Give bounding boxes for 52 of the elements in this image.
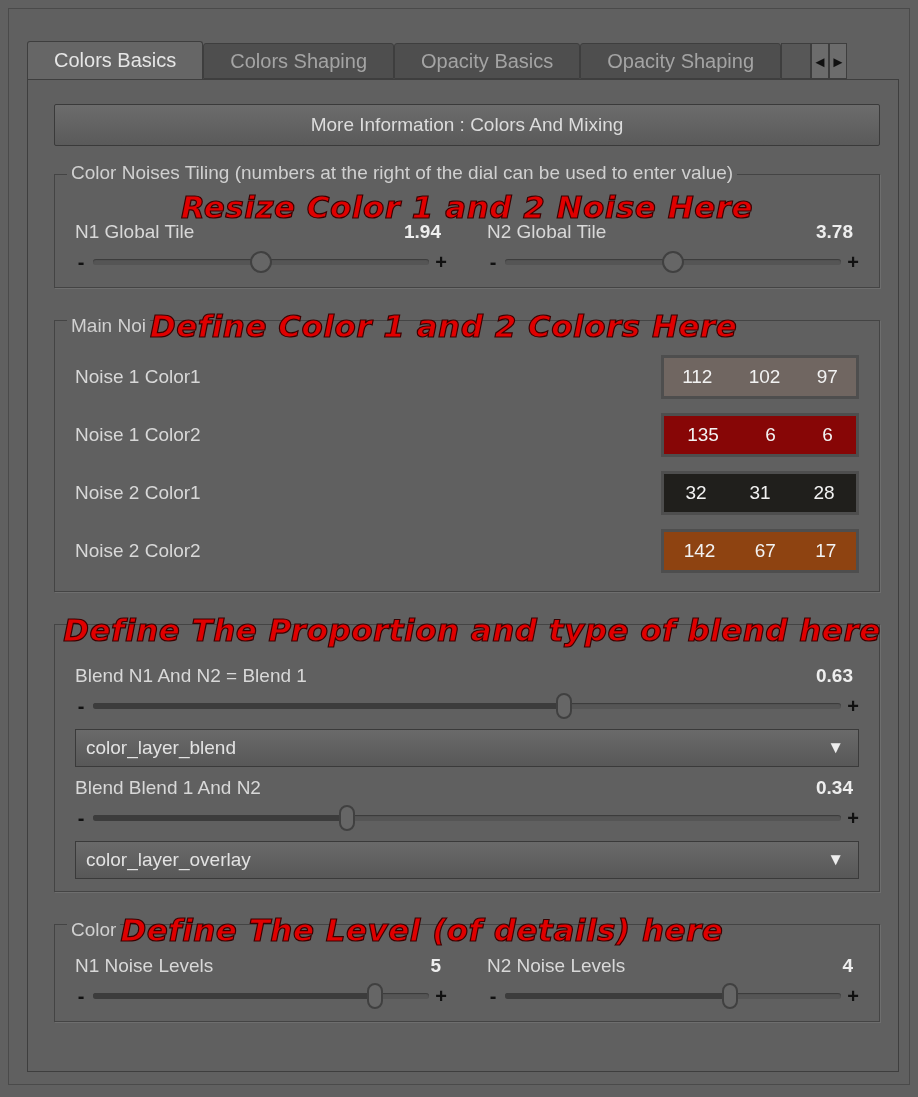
slider-handle[interactable]	[556, 693, 573, 719]
plus-sign[interactable]: +	[847, 250, 859, 274]
annotation-text: Define The Level (of details) here	[120, 912, 724, 948]
slider-value[interactable]: 3.78	[816, 221, 853, 243]
plus-sign[interactable]: +	[847, 694, 859, 718]
color-label: Noise 2 Color2	[75, 540, 201, 562]
minus-sign[interactable]: -	[75, 694, 87, 718]
color-label: Noise 1 Color1	[75, 366, 201, 388]
minus-sign[interactable]: -	[75, 984, 87, 1008]
slider-value[interactable]: 5	[430, 955, 441, 977]
minus-sign[interactable]: -	[487, 984, 499, 1008]
minus-sign[interactable]: -	[75, 250, 87, 274]
slider-label: N2 Noise Levels	[487, 955, 626, 977]
slider-track[interactable]	[93, 983, 429, 1009]
slider-value[interactable]: 4	[842, 955, 853, 977]
color-swatch[interactable]: 135 6 6	[661, 413, 859, 457]
slider-label: N1 Noise Levels	[75, 955, 214, 977]
slider-handle[interactable]	[339, 805, 356, 831]
minus-sign[interactable]: -	[75, 806, 87, 830]
tab[interactable]: Colors Basics	[27, 41, 204, 79]
color-label: Noise 1 Color2	[75, 424, 201, 446]
color-label: Noise 2 Color1	[75, 482, 201, 504]
minus-sign[interactable]: -	[487, 250, 499, 274]
plus-sign[interactable]: +	[435, 984, 447, 1008]
tab[interactable]: Colors Shaping	[203, 43, 394, 79]
blend-dropdown[interactable]: color_layer_overlay ▼	[75, 841, 859, 879]
tab[interactable]: Opacity Basics	[394, 43, 581, 79]
slider-value[interactable]: 0.34	[816, 777, 853, 799]
plus-sign[interactable]: +	[847, 984, 859, 1008]
plus-sign[interactable]: +	[847, 806, 859, 830]
info-button[interactable]: More Information : Colors And Mixing	[54, 104, 880, 146]
color-swatch[interactable]: 32 31 28	[661, 471, 859, 515]
slider-value[interactable]: 0.63	[816, 665, 853, 687]
annotation-text: Define The Proportion and type of blend here	[63, 612, 881, 648]
slider-label: Blend Blend 1 And N2	[75, 777, 261, 799]
slider-track[interactable]	[93, 805, 841, 831]
slider-label: Blend N1 And N2 = Blend 1	[75, 665, 307, 687]
scroll-right-button[interactable]: ►	[829, 43, 848, 79]
slider-track[interactable]	[505, 983, 841, 1009]
blend-dropdown[interactable]: color_layer_blend ▼	[75, 729, 859, 767]
slider-track[interactable]	[505, 249, 841, 275]
slider-handle[interactable]	[662, 251, 684, 273]
annotation-text: Define Color 1 and 2 Colors Here	[150, 308, 738, 344]
slider-handle[interactable]	[250, 251, 272, 273]
slider-track[interactable]	[93, 249, 429, 275]
slider-handle[interactable]	[367, 983, 384, 1009]
slider-handle[interactable]	[722, 983, 739, 1009]
plus-sign[interactable]: +	[435, 250, 447, 274]
color-swatch[interactable]: 112 102 97	[661, 355, 859, 399]
color-swatch[interactable]: 142 67 17	[661, 529, 859, 573]
scroll-left-button[interactable]: ◄	[811, 43, 830, 79]
slider-track[interactable]	[93, 693, 841, 719]
